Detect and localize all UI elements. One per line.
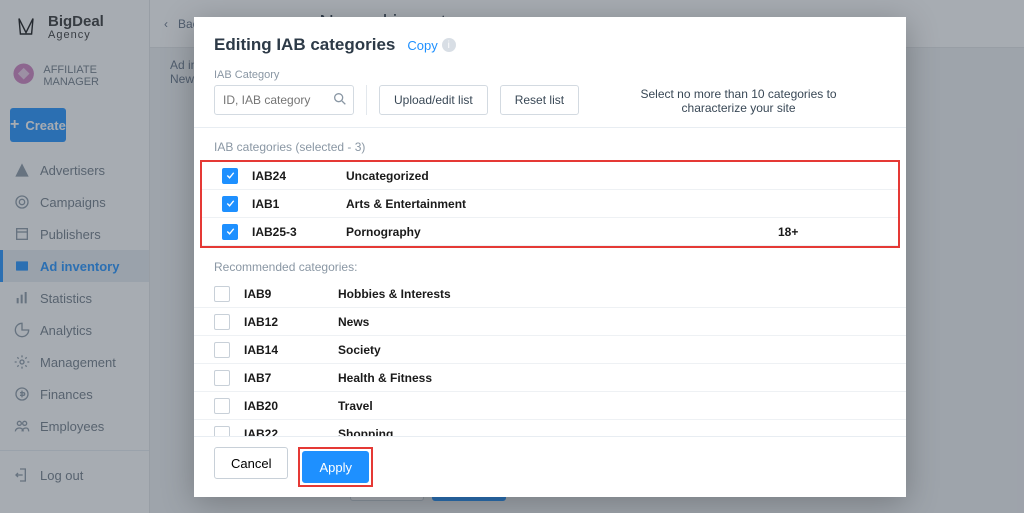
category-row[interactable]: IAB1 Arts & Entertainment — [202, 190, 898, 218]
checkbox[interactable] — [222, 196, 238, 212]
category-row[interactable]: IAB9 Hobbies & Interests — [194, 280, 906, 308]
category-id: IAB9 — [244, 287, 324, 301]
checkbox[interactable] — [214, 342, 230, 358]
category-row[interactable]: IAB24 Uncategorized — [202, 162, 898, 190]
checkbox[interactable] — [214, 286, 230, 302]
modal-apply-button[interactable]: Apply — [302, 451, 369, 483]
category-row[interactable]: IAB7 Health & Fitness — [194, 364, 906, 392]
modal-controls: IAB Category Upload/edit list Reset list… — [194, 65, 906, 127]
category-row[interactable]: IAB14 Society — [194, 336, 906, 364]
modal-edit-iab: Editing IAB categories Copy i IAB Catego… — [194, 17, 906, 497]
checkbox[interactable] — [214, 370, 230, 386]
modal-title: Editing IAB categories — [214, 35, 395, 55]
category-id: IAB7 — [244, 371, 324, 385]
category-row[interactable]: IAB25-3 Pornography 18+ — [202, 218, 898, 246]
checkbox[interactable] — [214, 426, 230, 437]
checkbox[interactable] — [214, 398, 230, 414]
category-name: Pornography — [346, 225, 764, 239]
recommended-section-label: Recommended categories: — [194, 248, 906, 280]
copy-label: Copy — [407, 38, 437, 53]
selected-highlight-box: IAB24 Uncategorized IAB1 Arts & Entertainme… — [200, 160, 900, 248]
modal-header: Editing IAB categories Copy i — [194, 17, 906, 65]
selected-section-label: IAB categories (selected - 3) — [194, 128, 906, 160]
checkbox[interactable] — [222, 224, 238, 240]
divider — [366, 85, 367, 115]
apply-highlight-box: Apply — [298, 447, 373, 487]
category-id: IAB25-3 — [252, 225, 332, 239]
category-name: Arts & Entertainment — [346, 197, 764, 211]
checkbox[interactable] — [222, 168, 238, 184]
search-icon[interactable] — [332, 91, 348, 110]
category-id: IAB22 — [244, 427, 324, 437]
category-row[interactable]: IAB20 Travel — [194, 392, 906, 420]
category-id: IAB12 — [244, 315, 324, 329]
category-name: Society — [338, 343, 772, 357]
reset-list-button[interactable]: Reset list — [500, 85, 579, 115]
category-id: IAB20 — [244, 399, 324, 413]
modal-cancel-button[interactable]: Cancel — [214, 447, 288, 479]
category-row[interactable]: IAB12 News — [194, 308, 906, 336]
category-extra: 18+ — [778, 225, 878, 239]
category-id: IAB1 — [252, 197, 332, 211]
modal-body[interactable]: IAB categories (selected - 3) IAB24 Uncat… — [194, 127, 906, 436]
upload-list-button[interactable]: Upload/edit list — [379, 85, 488, 115]
category-name: Health & Fitness — [338, 371, 772, 385]
category-name: Hobbies & Interests — [338, 287, 772, 301]
checkbox[interactable] — [214, 314, 230, 330]
search-field-label: IAB Category — [214, 69, 354, 81]
copy-link[interactable]: Copy i — [407, 38, 455, 53]
info-icon: i — [442, 38, 456, 52]
category-name: Shopping — [338, 427, 772, 437]
category-name: Travel — [338, 399, 772, 413]
category-id: IAB14 — [244, 343, 324, 357]
category-row[interactable]: IAB22 Shopping — [194, 420, 906, 436]
modal-footer: Cancel Apply — [194, 436, 906, 497]
selection-hint: Select no more than 10 categories to cha… — [591, 87, 886, 115]
category-id: IAB24 — [252, 169, 332, 183]
category-name: Uncategorized — [346, 169, 764, 183]
category-name: News — [338, 315, 772, 329]
